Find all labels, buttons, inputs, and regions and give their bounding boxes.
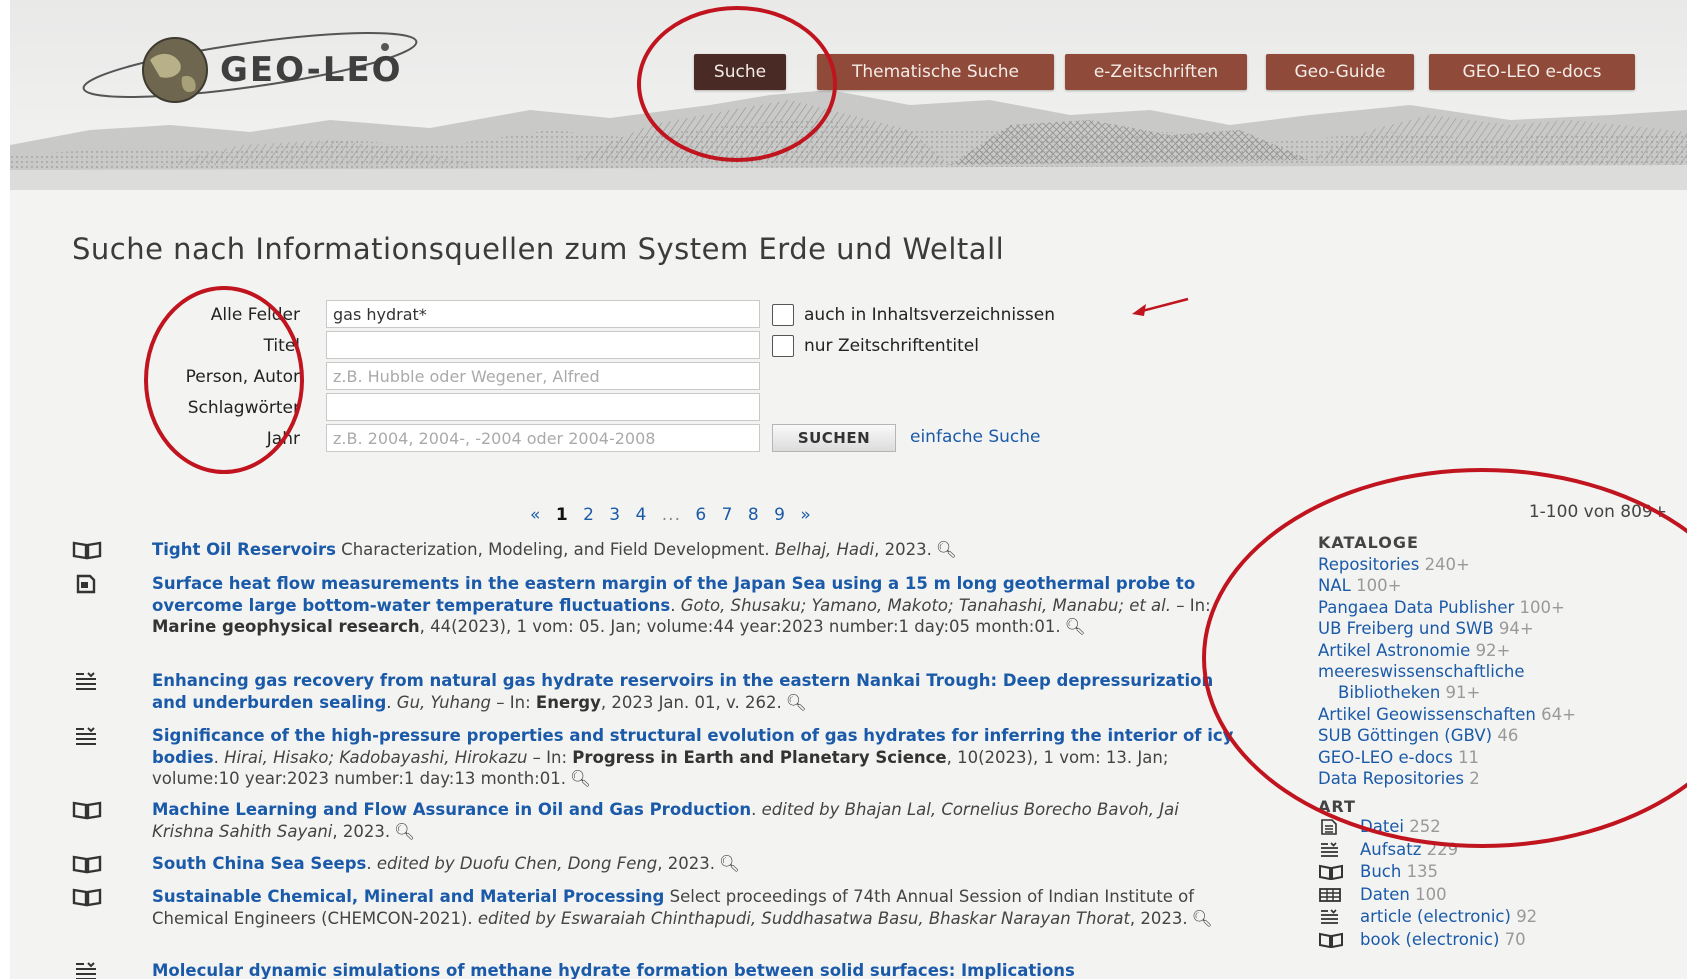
- result-authors: edited by Eswaraiah Chinthapudi, Suddhas…: [477, 908, 1130, 928]
- result-item: South China Sea Seeps. edited by Duofu C…: [72, 853, 1242, 875]
- schlagwoerter-input[interactable]: [326, 393, 760, 421]
- facet-article-electronic[interactable]: article (electronic) 92: [1318, 906, 1678, 929]
- book-icon: [72, 801, 102, 820]
- result-source: Marine geophysical research: [152, 617, 420, 636]
- search-icon[interactable]: 🔍︎: [570, 768, 591, 790]
- result-item: Sustainable Chemical, Mineral and Materi…: [72, 886, 1242, 929]
- result-in-prefix: – In:: [1171, 595, 1211, 615]
- result-item: Tight Oil Reservoirs Characterization, M…: [72, 539, 1242, 561]
- search-icon[interactable]: 🔍︎: [1192, 908, 1213, 930]
- journal-checkbox[interactable]: [772, 335, 794, 357]
- result-authors: Goto, Shusaku; Yamano, Makoto; Tanahashi…: [680, 595, 1171, 615]
- article-icon: [76, 962, 96, 979]
- search-icon[interactable]: 🔍︎: [786, 692, 807, 714]
- result-description: .: [366, 854, 377, 873]
- prev-page-link[interactable]: «: [530, 505, 541, 525]
- page-link[interactable]: 7: [722, 505, 734, 525]
- person-autor-input[interactable]: [326, 362, 760, 390]
- result-in-prefix: – In:: [491, 692, 536, 712]
- search-icon[interactable]: 🔍︎: [719, 853, 740, 875]
- result-item: Machine Learning and Flow Assurance in O…: [72, 799, 1242, 842]
- result-item: Enhancing gas recovery from natural gas …: [72, 670, 1242, 713]
- result-meta: , 2023.: [1129, 908, 1188, 928]
- result-item: Significance of the high-pressure proper…: [72, 725, 1242, 790]
- alle-felder-input[interactable]: [326, 300, 760, 328]
- toc-checkbox-label: auch in Inhaltsverzeichnissen: [804, 305, 1056, 325]
- result-description: .: [213, 747, 225, 767]
- book-icon: [1319, 865, 1343, 881]
- result-description: Characterization, Modeling, and Field De…: [335, 540, 775, 559]
- journal-checkbox-row[interactable]: nur Zeitschriftentitel: [772, 335, 979, 357]
- search-icon[interactable]: 🔍︎: [936, 539, 957, 561]
- page-title: Suche nach Informationsquellen zum Syste…: [72, 232, 1005, 266]
- result-title-link[interactable]: South China Sea Seeps: [152, 854, 366, 873]
- result-meta: , 2023.: [657, 854, 716, 873]
- search-icon[interactable]: 🔍︎: [394, 821, 415, 843]
- pagination: « 1 2 3 4 ... 6 7 8 9 »: [530, 505, 820, 525]
- article-icon: [76, 727, 96, 745]
- annotation-circle-form-labels: [144, 286, 304, 474]
- result-in-prefix: – In:: [527, 747, 573, 767]
- page-link[interactable]: 9: [774, 505, 786, 525]
- book-icon: [72, 888, 102, 907]
- nav-geo-leo-e-docs[interactable]: GEO-LEO e-docs: [1429, 54, 1635, 90]
- article-icon: [1321, 909, 1338, 925]
- annotation-circle-nav: [637, 6, 837, 162]
- page-link[interactable]: 8: [748, 505, 760, 525]
- toc-checkbox-row[interactable]: auch in Inhaltsverzeichnissen: [772, 304, 1055, 326]
- page: GEO-LEO Suche Thematische Suche e-Zeitsc…: [10, 0, 1687, 979]
- table-icon: [1319, 888, 1341, 902]
- result-description: .: [386, 692, 397, 712]
- jahr-input[interactable]: [326, 424, 760, 452]
- result-description: .: [670, 595, 681, 615]
- result-authors: Gu, Yuhang: [396, 692, 492, 712]
- page-link[interactable]: 2: [583, 505, 595, 525]
- pagination-ellipsis: ...: [661, 505, 681, 525]
- result-meta: , 2023.: [332, 821, 391, 841]
- journal-article-icon: [76, 574, 96, 594]
- result-title-link[interactable]: Molecular dynamic simulations of methane…: [152, 961, 1075, 979]
- article-icon: [1321, 842, 1338, 857]
- annotation-arrow: [1132, 297, 1189, 316]
- facet-daten[interactable]: Daten 100: [1318, 884, 1678, 907]
- suchen-button[interactable]: SUCHEN: [772, 424, 896, 452]
- next-page-link[interactable]: »: [800, 505, 811, 525]
- result-meta: , 44(2023), 1 vom: 05. Jan; volume:44 ye…: [419, 617, 1061, 636]
- result-item: Molecular dynamic simulations of methane…: [72, 960, 1242, 979]
- result-title-link[interactable]: Sustainable Chemical, Mineral and Materi…: [152, 887, 664, 906]
- site-header: GEO-LEO Suche Thematische Suche e-Zeitsc…: [10, 0, 1687, 190]
- annotation-circle-facets: [1202, 468, 1687, 848]
- result-item: Surface heat flow measurements in the ea…: [72, 573, 1242, 638]
- toc-checkbox[interactable]: [772, 304, 794, 326]
- result-meta: , 2023.: [874, 540, 932, 559]
- facet-buch[interactable]: Buch 135: [1318, 861, 1678, 884]
- result-source: Progress in Earth and Planetary Science: [572, 747, 947, 767]
- book-icon: [72, 855, 102, 874]
- book-icon: [72, 541, 102, 560]
- page-link[interactable]: 6: [695, 505, 707, 525]
- book-icon: [1319, 932, 1343, 948]
- result-authors: edited by Duofu Chen, Dong Feng: [376, 854, 658, 873]
- page-link-current: 1: [555, 505, 569, 525]
- facet-book-electronic[interactable]: book (electronic) 70: [1318, 929, 1678, 952]
- titel-input[interactable]: [326, 331, 760, 359]
- nav-geo-guide[interactable]: Geo-Guide: [1266, 54, 1414, 90]
- page-link[interactable]: 4: [636, 505, 648, 525]
- page-link[interactable]: 3: [609, 505, 621, 525]
- result-source: Energy: [535, 692, 601, 712]
- nav-e-zeitschriften[interactable]: e-Zeitschriften: [1065, 54, 1247, 90]
- result-authors: Belhaj, Hadi: [774, 540, 875, 559]
- search-icon[interactable]: 🔍︎: [1065, 616, 1086, 638]
- result-title-link[interactable]: Machine Learning and Flow Assurance in O…: [152, 800, 751, 819]
- einfache-suche-link[interactable]: einfache Suche: [910, 427, 1041, 447]
- result-meta: , 2023 Jan. 01, v. 262.: [600, 692, 782, 712]
- journal-checkbox-label: nur Zeitschriftentitel: [804, 336, 979, 356]
- result-authors: Hirai, Hisako; Kadobayashi, Hirokazu: [224, 747, 528, 767]
- result-title-link[interactable]: Tight Oil Reservoirs: [152, 540, 336, 559]
- article-icon: [76, 672, 96, 690]
- result-description: .: [751, 800, 762, 819]
- logo-text[interactable]: GEO-LEO: [220, 50, 403, 90]
- nav-thematische-suche[interactable]: Thematische Suche: [817, 54, 1054, 90]
